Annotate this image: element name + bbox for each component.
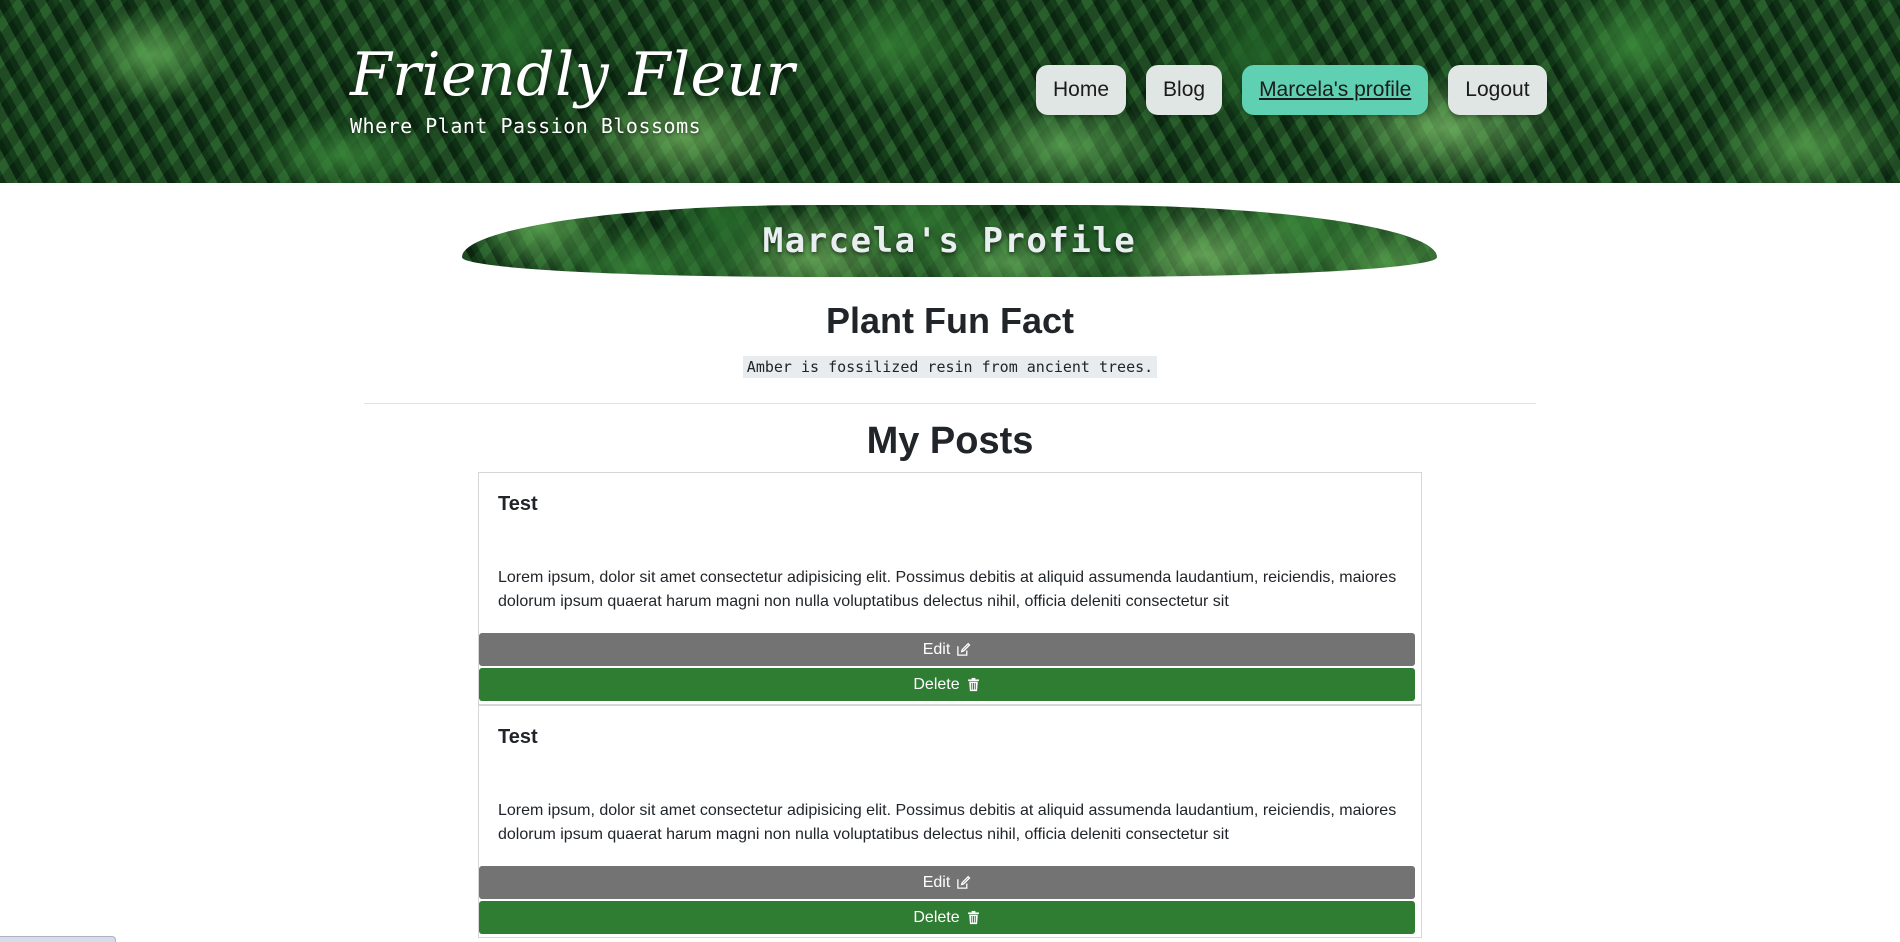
edit-button-label: Edit — [922, 640, 951, 658]
post-card: Test Lorem ipsum, dolor sit amet consect… — [478, 705, 1422, 938]
my-posts-title: My Posts — [866, 420, 1034, 462]
brand: Friendly Fleur Where Plant Passion Bloss… — [350, 38, 795, 138]
post-body: Lorem ipsum, dolor sit amet consectetur … — [498, 802, 1397, 843]
brand-title[interactable]: Friendly Fleur — [350, 38, 795, 112]
post-card: Test Lorem ipsum, dolor sit amet consect… — [478, 472, 1422, 705]
section-divider — [364, 403, 1536, 404]
post-title: Test — [498, 726, 538, 748]
corner-tab — [0, 936, 116, 942]
post-actions: Edit Delete — [479, 633, 1415, 703]
post-actions: Edit Delete — [479, 866, 1415, 936]
delete-button-label: Delete — [913, 675, 960, 693]
fun-fact-text: Amber is fossilized resin from ancient t… — [742, 356, 1158, 378]
edit-button-label: Edit — [922, 873, 951, 891]
pencil-square-icon — [957, 642, 971, 656]
profile-title: Marcela's Profile — [762, 221, 1137, 261]
trash-icon — [967, 910, 979, 925]
fun-fact-title: Plant Fun Fact — [825, 300, 1074, 341]
brand-tagline: Where Plant Passion Blossoms — [350, 114, 702, 138]
main-nav: Home Blog Marcela's profile Logout — [1036, 65, 1547, 115]
profile-banner: Marcela's Profile — [462, 205, 1437, 277]
post-body: Lorem ipsum, dolor sit amet consectetur … — [498, 569, 1397, 610]
edit-post-button[interactable]: Edit — [479, 633, 1415, 666]
post-title: Test — [498, 493, 538, 515]
edit-post-button[interactable]: Edit — [479, 866, 1415, 899]
nav-logout-link[interactable]: Logout — [1448, 65, 1547, 115]
nav-blog-link[interactable]: Blog — [1146, 65, 1223, 115]
trash-icon — [967, 677, 979, 692]
posts-list: Test Lorem ipsum, dolor sit amet consect… — [478, 472, 1422, 938]
nav-profile-link[interactable]: Marcela's profile — [1242, 65, 1429, 115]
site-header: Friendly Fleur Where Plant Passion Bloss… — [0, 0, 1900, 183]
delete-post-button[interactable]: Delete — [479, 901, 1415, 934]
nav-home-link[interactable]: Home — [1036, 65, 1127, 115]
delete-post-button[interactable]: Delete — [479, 668, 1415, 701]
pencil-square-icon — [957, 875, 971, 889]
delete-button-label: Delete — [913, 908, 960, 926]
fun-fact-wrapper: Amber is fossilized resin from ancient t… — [0, 356, 1900, 378]
